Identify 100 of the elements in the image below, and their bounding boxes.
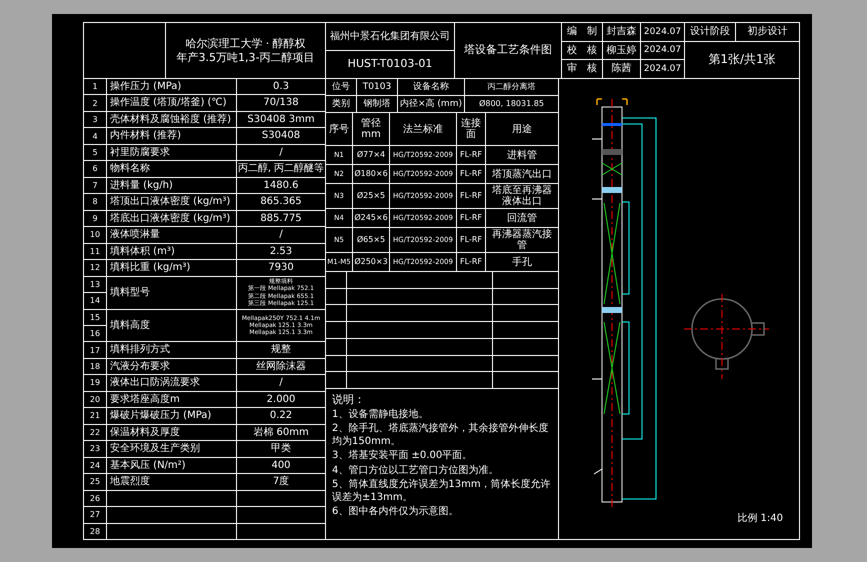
column-header: 用途 [486,113,558,145]
condition-value: 0.22 [237,408,325,424]
condition-label: 汽液分布要求 [107,358,236,374]
note-text: 5、筒体直线度允许误差为13mm，筒体长度允许误差为±13mm。 [332,479,552,504]
equipment-value: 钢制塔 [357,96,397,112]
nozzle-cell: Ø250×3 [353,253,389,271]
row-number: 9 [84,210,106,226]
note-text: 2、除手孔、塔底蒸汽接管外，其余接管外伸长度均为150mm。 [332,423,550,448]
condition-label: 操作压力 (MPa) [107,79,236,94]
nozzle-cell: Ø25×5 [353,184,389,208]
condition-value: 865.365 [237,194,325,210]
condition-label: 填料比重 (kg/m³) [107,260,236,276]
nozzle-cell: FL-RF [457,228,485,252]
row-number: 1 [84,79,106,94]
equipment-value: Ø800, 18031.85 [465,96,558,112]
row-number: 20 [84,392,106,408]
column-header: 序号 [326,113,352,145]
row-number: 25 [84,474,106,490]
nozzle-cell: FL-RF [457,209,485,227]
row-number: 23 [84,441,106,457]
row-number: 21 [84,408,106,424]
nozzle-cell: 手孔 [486,253,558,271]
condition-label: 液体出口防涡流要求 [107,375,236,391]
signature-date: 2024.07 [641,42,684,60]
stage-label: 设计阶段 [685,23,735,41]
row-number: 18 [84,358,106,374]
condition-label: 填料体积 (m³) [107,244,236,260]
condition-value: 0.3 [237,79,325,94]
condition-label: 保温材料及厚度 [107,424,236,440]
condition-value: 1480.6 [237,178,325,194]
equipment-label: 设备名称 [398,79,464,95]
condition-value: / [237,144,325,160]
note-text: 6、图中各内件仅为示意图。 [332,506,460,519]
condition-value: 885.775 [237,210,325,226]
project-title: 哈尔滨理工大学 · 醇醇权 年产3.5万吨1,3-丙二醇项目 [166,23,325,78]
row-number: 12 [84,260,106,276]
nozzle-cell: FL-RF [457,146,485,164]
equipment-label: 内径×高 (mm) [398,96,464,112]
condition-value: / [237,375,325,391]
note-text: 1、设备需静电接地。 [332,408,430,422]
condition-value: 丝网除沫器 [237,358,325,374]
sheet-count: 第1张/共1张 [685,42,799,78]
column-header: 管径 mm [353,113,389,145]
column-header: 法兰标准 [390,113,456,145]
row-number: 22 [84,424,106,440]
nozzle-cell: FL-RF [457,165,485,183]
signature-date: 2024.07 [641,23,684,41]
row-number: 16 [84,326,106,342]
signature-role: 校 核 [562,42,602,60]
row-number: 26 [84,490,106,506]
row-number: 10 [84,227,106,243]
condition-label: 塔底出口液体密度 (kg/m³) [107,210,236,226]
row-number: 8 [84,194,106,210]
row-number: 27 [84,507,106,523]
condition-value: 丙二醇, 丙二醇醚等 [237,161,325,177]
condition-label: 基本风压 (N/m²) [107,458,236,474]
condition-label: 壳体材料及腐蚀裕度 (推荐) [107,112,236,128]
condition-value: 规整 [237,342,325,358]
condition-label: 物料名称 [107,161,236,177]
condition-label: 液体喷淋量 [107,227,236,243]
condition-label: 填料排列方式 [107,342,236,358]
condition-label: 爆破片爆破压力 (MPa) [107,408,236,424]
nozzle-cell: Ø180×6 [353,165,389,183]
condition-value: 70/138 [237,95,325,111]
signature-role: 编 制 [562,23,602,41]
condition-label: 填料型号 [107,276,236,308]
condition-label: 进料量 (kg/h) [107,178,236,194]
condition-label: 塔顶出口液体密度 (kg/m³) [107,194,236,210]
nozzle-cell: Ø65×5 [353,228,389,252]
nozzle-cell: 塔底至再沸器液体出口 [486,184,558,208]
row-number: 6 [84,161,106,177]
condition-label: 地震烈度 [107,474,236,490]
condition-label: 安全环境及生产类别 [107,441,236,457]
condition-label: 要求塔座高度m [107,392,236,408]
drawing-title: 塔设备工艺条件图 [455,23,561,78]
condition-value: / [237,227,325,243]
row-number: 24 [84,458,106,474]
condition-value: 2.000 [237,392,325,408]
nozzle-cell: FL-RF [457,184,485,208]
condition-label: 内件材料 (推荐) [107,128,236,144]
nozzle-cell: FL-RF [457,253,485,271]
row-number: 28 [84,524,106,539]
nozzle-cell: Ø77×4 [353,146,389,164]
equipment-value: T0103 [357,79,397,95]
equipment-value: 丙二醇分离塔 [465,79,558,95]
condition-value: 岩棉 60mm [237,424,325,440]
row-number: 14 [84,293,106,308]
row-number: 3 [84,112,106,128]
equipment-label: 位号 [326,79,356,95]
condition-value: S30408 3mm [237,112,325,128]
nozzle-cell: 再沸器蒸汽接管 [486,228,558,252]
condition-value: 7度 [237,474,325,490]
row-number: 5 [84,144,106,160]
row-number: 11 [84,244,106,260]
condition-label: 操作温度 (塔顶/塔釜) (℃) [107,95,236,111]
nozzle-cell: 塔顶蒸汽出口 [486,165,558,183]
condition-value: 400 [237,458,325,474]
condition-label: 填料高度 [107,310,236,342]
company-name: 福州中景石化集团有限公司 [326,23,454,50]
note-text: 4、管口方位以工艺管口方位图为准。 [332,464,500,478]
